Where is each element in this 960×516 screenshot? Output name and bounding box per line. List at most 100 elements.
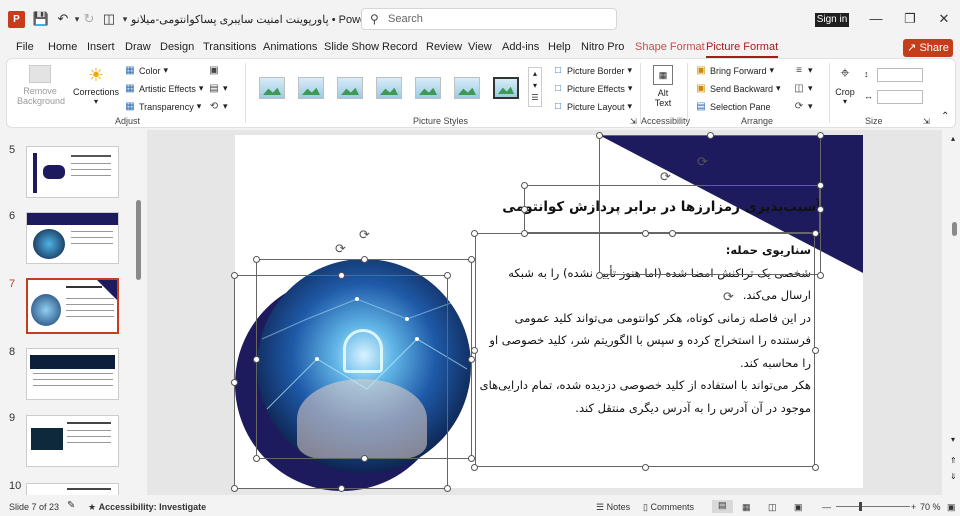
reading-view-icon[interactable]: ◫ [768, 502, 777, 513]
resize-handle[interactable] [521, 206, 528, 213]
resize-handle[interactable] [521, 230, 528, 237]
picture-style-1[interactable] [259, 77, 285, 99]
resize-handle[interactable] [338, 272, 345, 279]
tab-shape-format[interactable]: Shape Format [635, 41, 705, 53]
resize-handle[interactable] [812, 464, 819, 471]
compress-pictures-button[interactable]: ▣ [208, 65, 220, 76]
tab-draw[interactable]: Draw [125, 41, 151, 53]
resize-handle[interactable] [642, 230, 649, 237]
rotate-button[interactable]: ⟳ ▾ [793, 101, 813, 112]
resize-handle[interactable] [707, 132, 714, 139]
resize-handle[interactable] [596, 132, 603, 139]
alt-text-button[interactable]: ▦ Alt Text [647, 65, 679, 108]
resize-handle[interactable] [471, 464, 478, 471]
zoom-in-icon[interactable]: + [911, 502, 916, 512]
width-input[interactable] [877, 90, 923, 104]
tab-picture-format[interactable]: Picture Format [706, 41, 779, 58]
send-backward-button[interactable]: ▣ Send Backward ▾ [695, 83, 780, 94]
picture-style-3[interactable] [337, 77, 363, 99]
zoom-level[interactable]: 70 % [920, 502, 941, 512]
change-picture-button[interactable]: ▤ ▾ [208, 83, 227, 94]
slide-thumbnail-8[interactable] [26, 348, 119, 400]
resize-handle[interactable] [817, 182, 824, 189]
slide-thumbnail-7[interactable] [26, 278, 119, 334]
tab-record[interactable]: Record [382, 41, 417, 53]
resize-handle[interactable] [468, 455, 475, 462]
rotate-handle-icon[interactable]: ⟳ [335, 241, 346, 257]
share-button[interactable]: ↗ Share ▾ [903, 39, 953, 72]
previous-slide-icon[interactable]: ⇑ [950, 456, 957, 465]
redo-icon[interactable]: ↻ [81, 11, 97, 27]
tab-slide-show[interactable]: Slide Show [324, 41, 379, 53]
save-icon[interactable]: 💾 [33, 11, 49, 27]
crop-button[interactable]: ⌖ Crop ▾ [833, 65, 857, 106]
resize-handle[interactable] [812, 347, 819, 354]
picture-styles-more-button[interactable]: ▴ ▾ ☰ [528, 67, 542, 107]
tab-animations[interactable]: Animations [263, 41, 317, 53]
close-icon[interactable]: ✕ [934, 9, 954, 29]
resize-handle[interactable] [253, 356, 260, 363]
picture-style-5[interactable] [415, 77, 441, 99]
tab-help[interactable]: Help [548, 41, 571, 53]
rotate-handle-icon[interactable]: ⟳ [359, 227, 370, 243]
spell-check-icon[interactable]: ✎ [67, 500, 75, 511]
color-button[interactable]: ▦ Color ▾ [124, 65, 168, 76]
slide-thumbnail-10[interactable] [26, 483, 119, 495]
resize-handle[interactable] [231, 272, 238, 279]
picture-border-button[interactable]: □ Picture Border ▾ [552, 65, 632, 76]
resize-handle[interactable] [361, 256, 368, 263]
picture-style-6[interactable] [454, 77, 480, 99]
scroll-up-icon[interactable]: ▴ [951, 134, 955, 143]
restore-icon[interactable]: ❐ [900, 9, 920, 29]
rotate-handle-icon[interactable]: ⟳ [723, 289, 734, 305]
notes-button[interactable]: ☰ Notes [596, 502, 630, 513]
resize-handle[interactable] [253, 256, 260, 263]
tab-home[interactable]: Home [48, 41, 77, 53]
rotate-handle-icon[interactable]: ⟳ [660, 169, 671, 185]
picture-style-4[interactable] [376, 77, 402, 99]
height-input[interactable] [877, 68, 923, 82]
resize-handle[interactable] [444, 485, 451, 492]
resize-handle[interactable] [812, 230, 819, 237]
resize-handle[interactable] [642, 464, 649, 471]
resize-handle[interactable] [253, 455, 260, 462]
accessibility-status[interactable]: ★ Accessibility: Investigate [88, 502, 206, 513]
dialog-launcher-icon[interactable]: ⇲ [923, 117, 930, 126]
zoom-slider[interactable] [836, 506, 910, 507]
fit-to-window-icon[interactable]: ▣ [947, 502, 956, 513]
resize-handle[interactable] [231, 379, 238, 386]
slide-thumbnail-5[interactable] [26, 146, 119, 198]
zoom-out-icon[interactable]: — [822, 502, 831, 512]
remove-background-button[interactable]: Remove Background [17, 65, 65, 106]
group-button[interactable]: ◫ ▾ [793, 83, 812, 94]
tab-transitions[interactable]: Transitions [203, 41, 256, 53]
next-slide-icon[interactable]: ⇓ [950, 472, 957, 481]
canvas-scrollbar[interactable]: ▴ ▾ ⇑ ⇓ [949, 130, 960, 495]
resize-handle[interactable] [817, 272, 824, 279]
rotate-handle-icon[interactable]: ⟳ [697, 154, 708, 170]
dialog-launcher-icon[interactable]: ⇲ [630, 117, 637, 126]
resize-handle[interactable] [468, 256, 475, 263]
slideshow-icon[interactable]: ▣ [794, 502, 803, 513]
tab-design[interactable]: Design [160, 41, 194, 53]
slide-thumbnail-6[interactable] [26, 212, 119, 264]
minimize-icon[interactable]: — [866, 9, 886, 29]
normal-view-icon[interactable]: ▤ [712, 500, 733, 513]
resize-handle[interactable] [817, 132, 824, 139]
zoom-slider-thumb[interactable] [859, 502, 862, 511]
resize-handle[interactable] [471, 347, 478, 354]
comments-button[interactable]: ▯ Comments [643, 502, 694, 513]
sign-in-button[interactable]: Sign in [815, 13, 849, 27]
present-icon[interactable]: ◫ [101, 11, 117, 27]
resize-handle[interactable] [361, 455, 368, 462]
thumbnail-scrollbar[interactable] [136, 200, 141, 280]
tab-add-ins[interactable]: Add-ins [502, 41, 539, 53]
resize-handle[interactable] [231, 485, 238, 492]
resize-handle[interactable] [669, 230, 676, 237]
slide-thumbnail-9[interactable] [26, 415, 119, 467]
scroll-thumb[interactable] [952, 222, 957, 236]
transparency-button[interactable]: ▦ Transparency ▾ [124, 101, 201, 112]
picture-layout-button[interactable]: □ Picture Layout ▾ [552, 101, 632, 112]
selection-pane-button[interactable]: ▤ Selection Pane [695, 101, 770, 112]
corrections-button[interactable]: ☀ Corrections ▾ [72, 65, 120, 106]
